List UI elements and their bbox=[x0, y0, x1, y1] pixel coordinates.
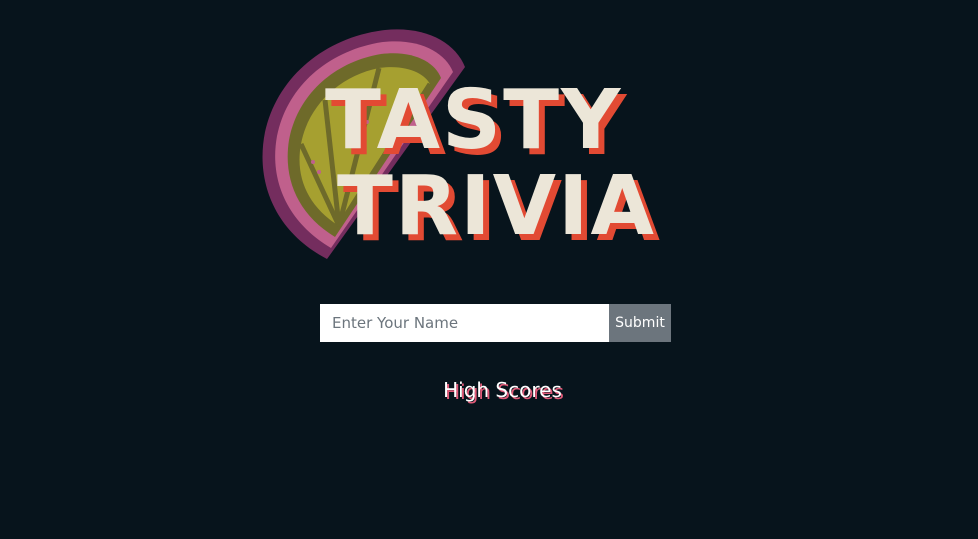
high-scores-link[interactable]: High Scores bbox=[0, 378, 978, 402]
name-input[interactable] bbox=[320, 304, 609, 342]
logo-line2: TRIVIA bbox=[337, 159, 656, 254]
logo-text: TASTY TRIVIA bbox=[325, 73, 656, 254]
logo-graphic: TASTY TRIVIA TASTY TRIVIA bbox=[262, 29, 660, 260]
logo-line1: TASTY bbox=[325, 73, 622, 168]
tasty-trivia-logo: TASTY TRIVIA TASTY TRIVIA bbox=[255, 22, 695, 267]
page: TASTY TRIVIA TASTY TRIVIA Submit High Sc… bbox=[0, 0, 978, 539]
submit-button[interactable]: Submit bbox=[609, 304, 671, 342]
name-form: Submit bbox=[320, 304, 671, 342]
